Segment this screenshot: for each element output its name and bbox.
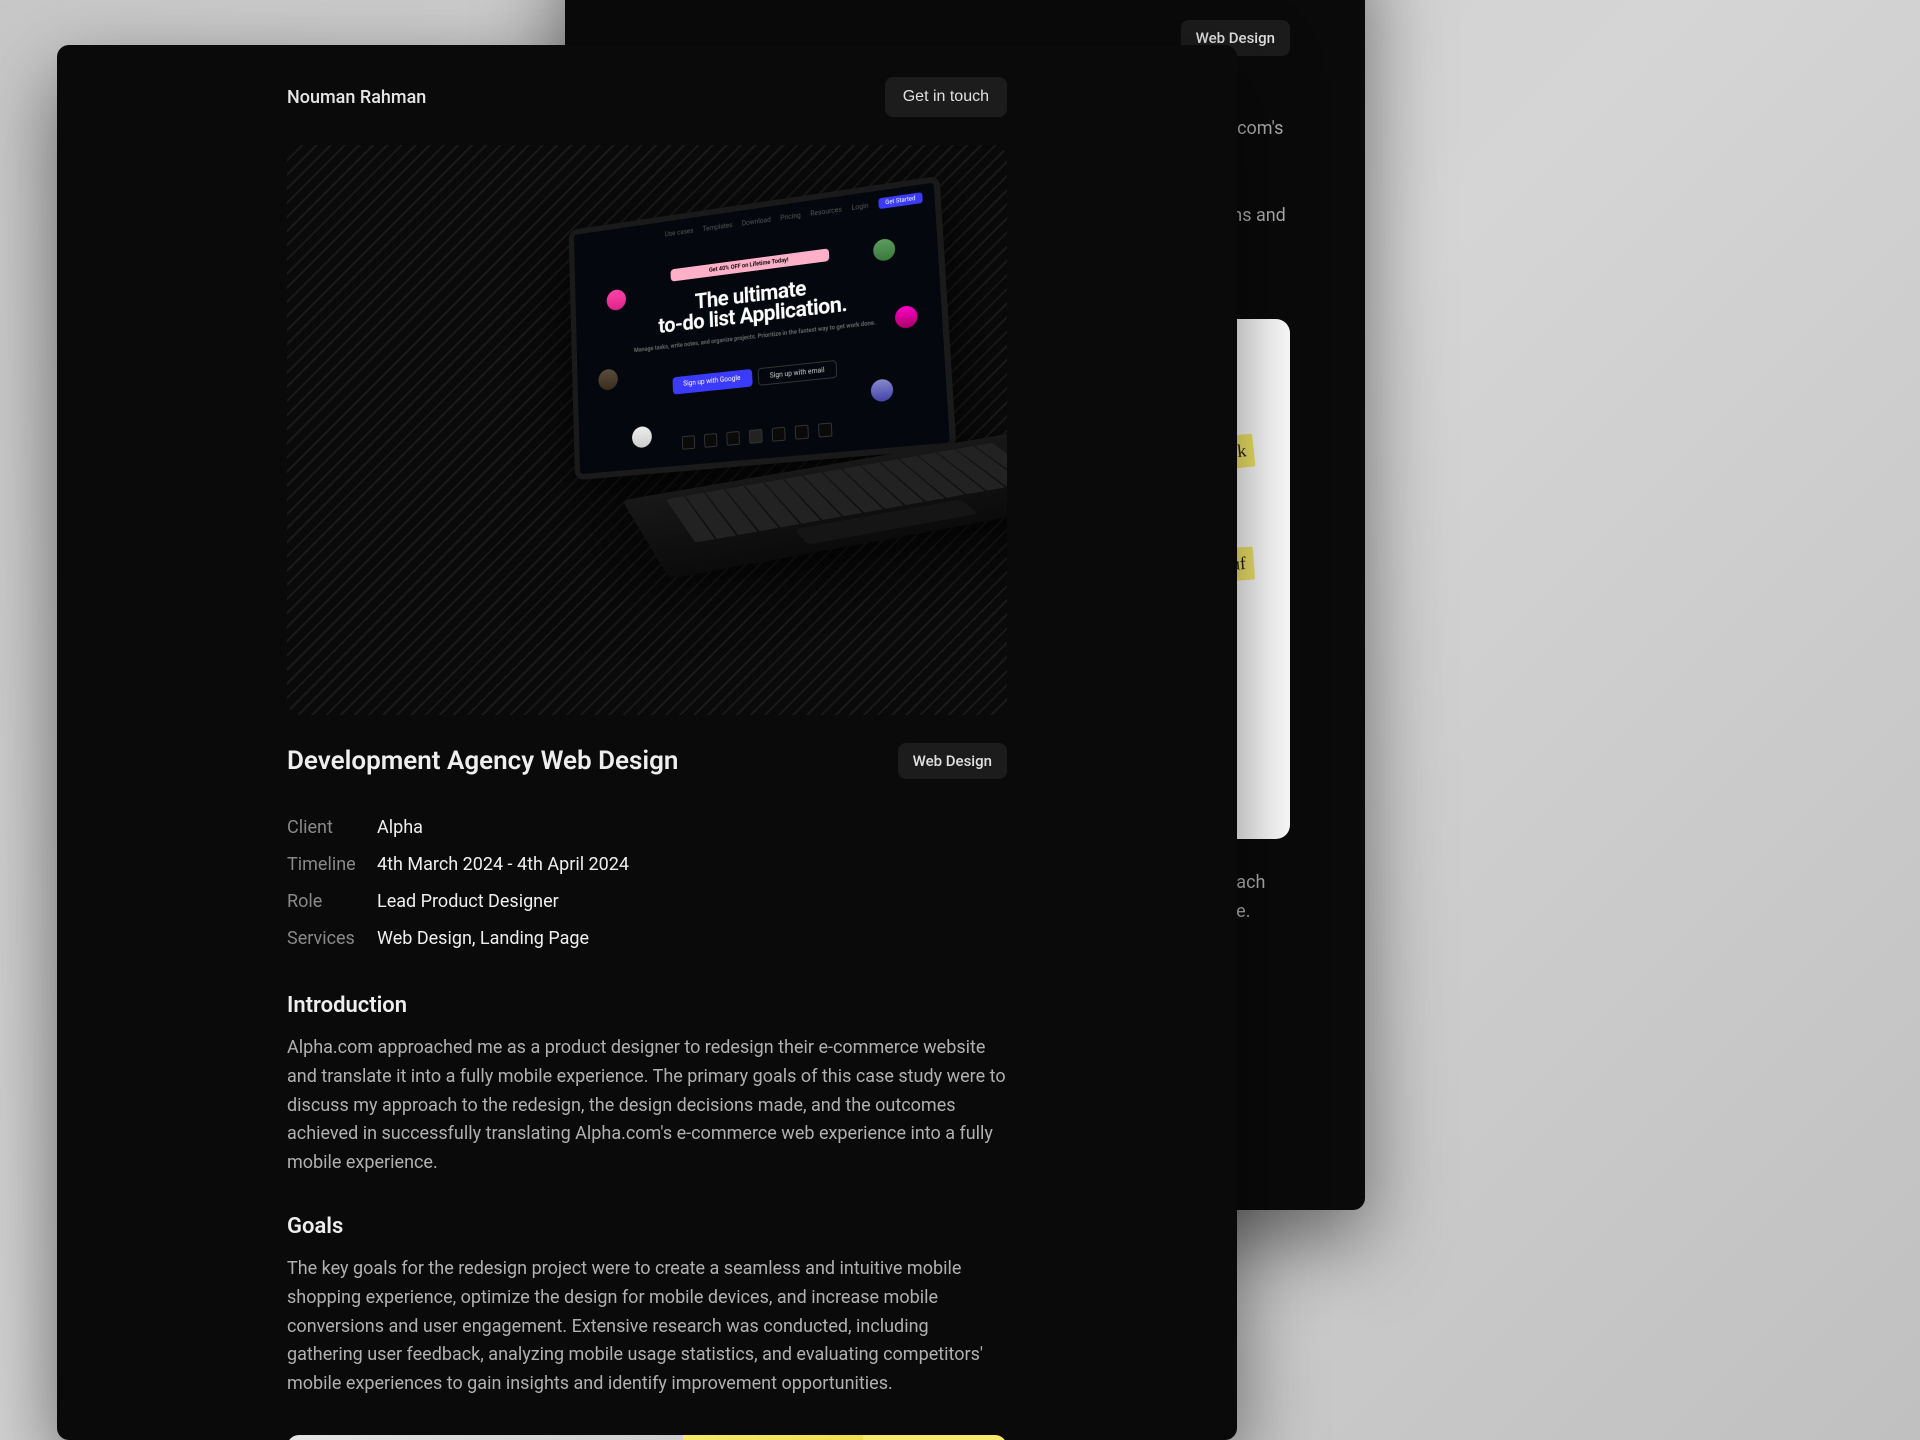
- meta-value: 4th March 2024 - 4th April 2024: [377, 854, 629, 875]
- meta-value: Alpha: [377, 817, 423, 838]
- meta-label: Client: [287, 817, 377, 838]
- case-study-window-front: Nouman Rahman Get in touch Use cases Tem…: [57, 45, 1237, 1440]
- meta-row-role: Role Lead Product Designer: [287, 883, 1007, 920]
- section-body: The key goals for the redesign project w…: [287, 1255, 1007, 1399]
- meta-value: Lead Product Designer: [377, 891, 559, 912]
- meta-row-services: Services Web Design, Landing Page: [287, 920, 1007, 957]
- section-goals: Goals The key goals for the redesign pro…: [287, 1214, 1007, 1399]
- meta-label: Timeline: [287, 854, 377, 875]
- hero-image: Use cases Templates Download Pricing Res…: [287, 145, 1007, 715]
- meta-label: Services: [287, 928, 377, 949]
- project-meta: Client Alpha Timeline 4th March 2024 - 4…: [287, 809, 1007, 957]
- avatar-icon: [873, 238, 896, 263]
- laptop-screen-mockup: Use cases Templates Download Pricing Res…: [569, 176, 957, 481]
- category-tag: Web Design: [898, 743, 1007, 779]
- hero-cta-google: Sign up with Google: [672, 369, 752, 395]
- get-in-touch-button[interactable]: Get in touch: [885, 77, 1007, 117]
- meta-row-client: Client Alpha: [287, 809, 1007, 846]
- meta-row-timeline: Timeline 4th March 2024 - 4th April 2024: [287, 846, 1007, 883]
- next-image-peek: [287, 1435, 1007, 1440]
- page-title: Development Agency Web Design: [287, 746, 678, 776]
- section-introduction: Introduction Alpha.com approached me as …: [287, 993, 1007, 1178]
- section-heading: Goals: [287, 1214, 1007, 1239]
- section-body: Alpha.com approached me as a product des…: [287, 1034, 1007, 1178]
- hero-cta-email: Sign up with email: [757, 360, 838, 386]
- avatar-icon: [894, 305, 918, 330]
- brand-name[interactable]: Nouman Rahman: [287, 87, 426, 108]
- avatar-icon: [870, 378, 893, 402]
- meta-value: Web Design, Landing Page: [377, 928, 589, 949]
- meta-label: Role: [287, 891, 377, 912]
- section-heading: Introduction: [287, 993, 1007, 1018]
- topbar: Nouman Rahman Get in touch: [117, 77, 1177, 117]
